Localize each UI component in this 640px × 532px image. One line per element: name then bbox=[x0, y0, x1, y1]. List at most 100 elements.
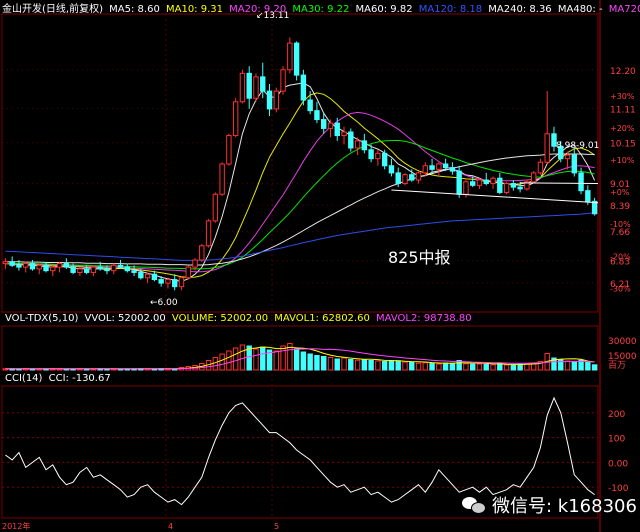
ma-row-item: MA480: - bbox=[554, 4, 603, 15]
cci-row-item: CCI: -130.67 bbox=[45, 373, 111, 384]
candle-body bbox=[402, 174, 408, 185]
annotation-low-value: 6.00 bbox=[157, 298, 178, 308]
candle-body bbox=[138, 271, 144, 279]
volume-bar bbox=[348, 359, 354, 371]
ma-row-item: MA240: 8.36 bbox=[485, 4, 552, 15]
candle-body bbox=[287, 42, 293, 71]
volume-bar bbox=[517, 363, 523, 371]
price-pct-label: -30% bbox=[610, 284, 631, 293]
candle-body bbox=[564, 154, 571, 160]
candle-body bbox=[368, 149, 374, 160]
candle-body bbox=[273, 90, 279, 110]
volume-bar bbox=[239, 344, 246, 371]
vol-row-item: VOL-TDX(5,10) bbox=[5, 313, 79, 324]
candle-body bbox=[124, 266, 130, 272]
candle-body bbox=[490, 177, 496, 185]
candle-body bbox=[192, 259, 198, 268]
volume-bar bbox=[395, 360, 401, 371]
volume-bar bbox=[375, 360, 381, 371]
candle-body bbox=[429, 165, 435, 170]
candle-body bbox=[144, 273, 151, 279]
wechat-icon bbox=[462, 495, 486, 515]
volume-bar bbox=[212, 357, 219, 371]
ma-row-item: MA10: 9.31 bbox=[162, 4, 223, 15]
candle-body bbox=[50, 266, 56, 272]
price-pct-label: -20% bbox=[610, 252, 631, 261]
candle-body bbox=[530, 172, 537, 183]
price-tick-label: 11.11 bbox=[610, 106, 636, 116]
candle-body bbox=[9, 261, 15, 266]
candle-body bbox=[205, 220, 212, 247]
annotation-high-value: 13.11 bbox=[263, 11, 290, 21]
candle-body bbox=[293, 42, 300, 76]
volume-bar bbox=[293, 348, 300, 371]
price-pct-label: +0% bbox=[610, 188, 630, 197]
candle-body bbox=[246, 72, 252, 99]
cci-line bbox=[5, 396, 595, 506]
candle-body bbox=[517, 186, 523, 190]
volume-bar bbox=[354, 359, 361, 371]
volume-bar bbox=[463, 363, 469, 371]
volume-bar bbox=[260, 346, 266, 371]
volume-bar bbox=[470, 363, 476, 371]
cci-row-item: CCI(14) bbox=[5, 373, 43, 384]
candle-body bbox=[544, 133, 550, 163]
candle-body bbox=[199, 245, 205, 261]
candle-body bbox=[165, 279, 171, 284]
annotation-low: ←6.00 bbox=[150, 298, 178, 308]
candle-body bbox=[158, 279, 164, 284]
candle-body bbox=[415, 172, 422, 181]
ma-row-item: MA120: 8.18 bbox=[415, 4, 483, 15]
candle-body bbox=[70, 266, 76, 273]
volume-bar bbox=[368, 360, 374, 371]
cci-tick-label: 200 bbox=[608, 410, 625, 420]
candle-body bbox=[456, 170, 462, 195]
candle-body bbox=[90, 266, 97, 273]
candle-body bbox=[43, 264, 49, 272]
candle-body bbox=[260, 76, 266, 92]
candle-body bbox=[300, 74, 307, 101]
candle-body bbox=[63, 263, 70, 268]
volume-bar bbox=[476, 363, 483, 371]
candle-body bbox=[219, 163, 225, 195]
candle-body bbox=[232, 101, 239, 137]
candle-body bbox=[314, 110, 320, 121]
candle-body bbox=[537, 161, 544, 174]
candle-body bbox=[395, 172, 401, 185]
volume-bar bbox=[388, 360, 395, 371]
volume-bar bbox=[429, 363, 435, 371]
ma-row-item: MA720: - bbox=[608, 4, 640, 15]
candle-body bbox=[36, 264, 42, 270]
ma-line-ma60 bbox=[5, 153, 595, 266]
candle-body bbox=[97, 266, 103, 270]
level-line bbox=[520, 182, 599, 185]
volume-bar bbox=[503, 364, 510, 371]
candle-body bbox=[131, 270, 137, 273]
candle-body bbox=[476, 179, 483, 186]
chart-canvas: 12.2011.1110.159.018.397.666.836.21+30%+… bbox=[1, 0, 637, 532]
volume-bar bbox=[334, 358, 340, 371]
candle-body bbox=[327, 122, 334, 129]
candle-body bbox=[280, 69, 286, 92]
candle-body bbox=[470, 181, 476, 186]
candle-body bbox=[578, 172, 584, 192]
candle-body bbox=[185, 266, 191, 279]
candle-body bbox=[23, 263, 29, 268]
candle-body bbox=[503, 183, 510, 193]
volume-bar bbox=[381, 361, 388, 371]
wechat-watermark: 微信号: k168306 bbox=[462, 490, 637, 520]
candle-body bbox=[442, 163, 449, 169]
volume-bar bbox=[232, 347, 239, 371]
volume-bar bbox=[564, 360, 571, 371]
candle-body bbox=[178, 277, 185, 288]
volume-bar bbox=[226, 350, 232, 371]
ma-line-ma120 bbox=[5, 212, 595, 261]
ma-line-ma30 bbox=[5, 140, 595, 270]
candle-body bbox=[388, 165, 395, 174]
volume-bar bbox=[409, 362, 415, 371]
price-pct-label: -10% bbox=[610, 220, 631, 229]
candle-body bbox=[111, 264, 117, 272]
volume-bar bbox=[483, 364, 489, 371]
volume-bar bbox=[415, 362, 422, 371]
x-tick-label: 5 bbox=[274, 522, 279, 531]
